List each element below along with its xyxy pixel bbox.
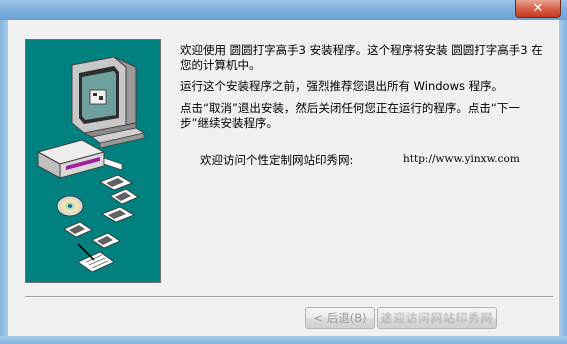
window-border-right bbox=[559, 20, 567, 344]
close-button[interactable]: ✕ bbox=[515, 0, 561, 18]
instructions-text: 点击“取消”退出安装，然后关闭任何您正在运行的程序。点击“下一步”继续安装程序。 bbox=[180, 101, 520, 130]
window-border-left bbox=[0, 20, 8, 344]
next-button-label: 途迎访问网站印秀网 bbox=[380, 311, 494, 325]
separator-line bbox=[25, 296, 553, 298]
close-icon: ✕ bbox=[532, 1, 544, 16]
back-button-label: < 后退(B) bbox=[313, 311, 367, 325]
website-url: http://www.yinxw.com bbox=[403, 153, 520, 165]
document-pen-icon bbox=[77, 243, 115, 273]
welcome-text: 欢迎使用 圆圆打字高手3 安装程序。这个程序将安装 圆圆打字高手3 在您的计算机… bbox=[180, 43, 543, 72]
title-bar bbox=[0, 0, 567, 20]
back-button[interactable]: < 后退(B) bbox=[305, 307, 375, 329]
next-button[interactable]: 途迎访问网站印秀网 bbox=[377, 307, 497, 329]
cd-icon bbox=[56, 195, 84, 217]
dialog-client-area: 欢迎使用 圆圆打字高手3 安装程序。这个程序将安装 圆圆打字高手3 在您的计算机… bbox=[8, 20, 559, 336]
window-border-bottom bbox=[0, 336, 567, 344]
close-programs-text: 运行这个安装程序之前，强烈推荐您退出所有 Windows 程序。 bbox=[180, 79, 504, 93]
website-label: 欢迎访问个性定制网站印秀网: bbox=[200, 153, 354, 167]
computer-icon bbox=[71, 56, 146, 149]
setup-illustration-panel bbox=[25, 39, 161, 283]
